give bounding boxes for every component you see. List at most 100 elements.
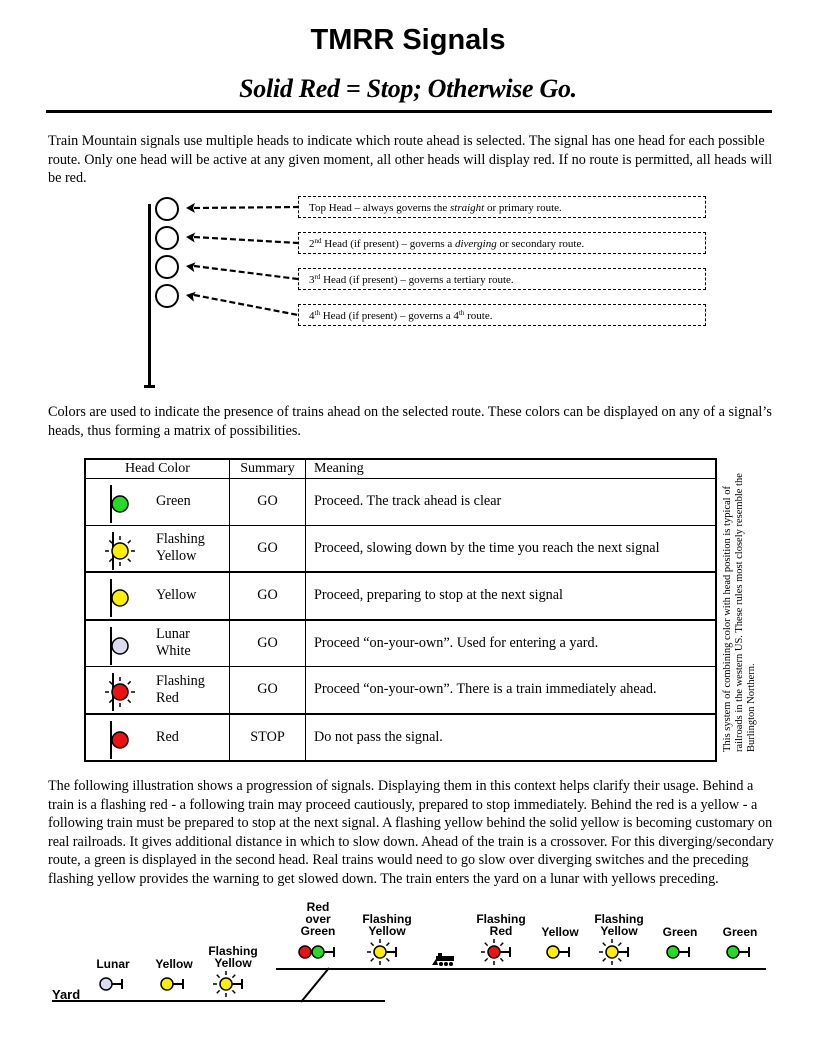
top-head-arrowhead-icon (186, 202, 195, 213)
signal-lamp (373, 945, 387, 959)
flash-ray (370, 942, 375, 947)
second-head-arrowhead-icon (186, 232, 196, 243)
green-signal-icon (726, 945, 750, 959)
main-track (276, 968, 766, 970)
flashing-yellow-signal-icon (213, 971, 243, 997)
flash-ray (602, 957, 607, 962)
flash-ray (108, 539, 113, 544)
flash-ray (499, 942, 504, 947)
green-signal-icon (666, 945, 690, 959)
table-header-row: Head Color Summary Meaning (84, 458, 717, 479)
fourth-head-callout: 4th Head (if present) – governs a 4th ro… (298, 304, 706, 326)
flashing-red-signal-icon (481, 939, 511, 965)
flash-ray (484, 942, 489, 947)
fourth-head-arrow (186, 291, 299, 317)
signal-colors-table: Head Color Summary Meaning Green GO Procee… (84, 458, 717, 762)
progression-signal-label: Flashing Yellow (208, 944, 258, 970)
side-note: This system of combining color with head… (722, 473, 757, 752)
callout-text-post: route. (464, 310, 493, 322)
flash-ray (108, 699, 113, 704)
header-meaning: Meaning (305, 458, 717, 479)
table-row: Flashing Red GO Proceed “on-your-own”. Ther… (84, 666, 717, 714)
signal-lamp (111, 730, 129, 749)
yard-track (52, 1000, 385, 1002)
flash-ray (617, 942, 622, 947)
table-row: Red STOP Do not pass the signal. (84, 712, 717, 762)
fourth-head-arrowhead-icon (186, 291, 196, 302)
page-title: TMRR Signals (310, 24, 506, 56)
callout-text-pre: Head (if present) – governs a tertiary r… (320, 274, 514, 286)
second-head-callout: 2nd Head (if present) – governs a diverg… (298, 232, 706, 254)
summary-cell: GO (229, 478, 306, 526)
signal-lamp (111, 683, 129, 701)
signal-lamp (546, 945, 560, 959)
flash-ray (499, 957, 504, 962)
head-color-name: Flashing Red (156, 666, 230, 714)
meaning-cell: Proceed “on-your-own”. Used for entering… (305, 618, 717, 667)
top-head-callout: Top Head – always governs the straight o… (298, 196, 706, 218)
signal-lamp (111, 495, 129, 513)
callout-text-post: or primary route. (484, 202, 562, 214)
flash-ray (385, 942, 390, 947)
head-color-icon-cell (84, 666, 156, 714)
flash-ray (617, 957, 622, 962)
intro-paragraph: Train Mountain signals use multiple head… (48, 133, 773, 186)
summary-cell: GO (229, 571, 306, 620)
signal-lamp (111, 589, 129, 607)
head-color-icon-cell (84, 524, 156, 573)
flash-ray (108, 557, 113, 562)
red-over-green-signal-icon (298, 945, 335, 959)
fourth-head-ring (155, 284, 179, 308)
yellow-signal-icon (110, 579, 129, 617)
table-row: Yellow GO Proceed, preparing to stop at th… (84, 571, 717, 620)
flashing-yellow-signal-icon (105, 531, 135, 570)
signal-lamp (111, 541, 129, 560)
progression-signal-label: Green (722, 924, 758, 939)
flash-ray (127, 539, 132, 544)
signal-lamp (311, 945, 325, 959)
flash-ray (602, 942, 607, 947)
summary-cell: GO (229, 524, 306, 573)
head-color-name: Lunar White (156, 618, 230, 667)
locomotive-icon (432, 953, 454, 966)
second-head-ring (155, 226, 179, 250)
callout-text-pre: Head (if present) – governs a (321, 238, 455, 250)
callout-text-em: diverging (454, 238, 497, 250)
signal-lamp (726, 945, 740, 959)
signal-lamp (605, 945, 619, 959)
title-divider (46, 110, 772, 113)
head-color-name: Green (156, 478, 230, 526)
callout-text-pre: Top Head – always governs the (309, 202, 450, 214)
flashing-red-signal-icon (105, 673, 135, 711)
callout-text-post: or secondary route. (496, 238, 585, 250)
signal-lamp (160, 977, 174, 991)
page-subtitle: Solid Red = Stop; Otherwise Go. (239, 74, 577, 103)
head-color-icon-cell (84, 712, 156, 762)
callout-text-em: straight (449, 202, 485, 214)
signal-lamp (219, 977, 233, 991)
head-color-name: Flashing Yellow (156, 524, 230, 573)
flash-ray (127, 699, 132, 704)
signal-lamp (487, 945, 501, 959)
meaning-cell: Proceed, preparing to stop at the next s… (305, 571, 717, 620)
signal-lamp (666, 945, 680, 959)
signal-lamp (99, 977, 113, 991)
flash-ray (385, 957, 390, 962)
top-head-ring (155, 197, 179, 221)
summary-cell: GO (229, 666, 306, 714)
signal-lamp (298, 945, 312, 959)
progression-signal-label: Flashing Yellow (362, 912, 412, 938)
signal-pole (148, 204, 151, 387)
head-color-name: Yellow (156, 571, 230, 620)
flash-ray (216, 974, 221, 979)
meaning-cell: Proceed. The track ahead is clear (305, 478, 717, 526)
table-row: Lunar White GO Proceed “on-your-own”. Used … (84, 618, 717, 667)
flash-ray (108, 680, 113, 685)
third-head-arrowhead-icon (186, 262, 196, 273)
progression-signal-label: Red over Green (300, 899, 336, 938)
table-row: Flashing Yellow GO Proceed, slowing down by… (84, 524, 717, 573)
flash-ray (216, 989, 221, 994)
flashing-yellow-signal-icon (599, 939, 629, 965)
callout-text-pre: Head (if present) – governs a 4 (319, 310, 459, 322)
third-head-ring (155, 255, 179, 279)
